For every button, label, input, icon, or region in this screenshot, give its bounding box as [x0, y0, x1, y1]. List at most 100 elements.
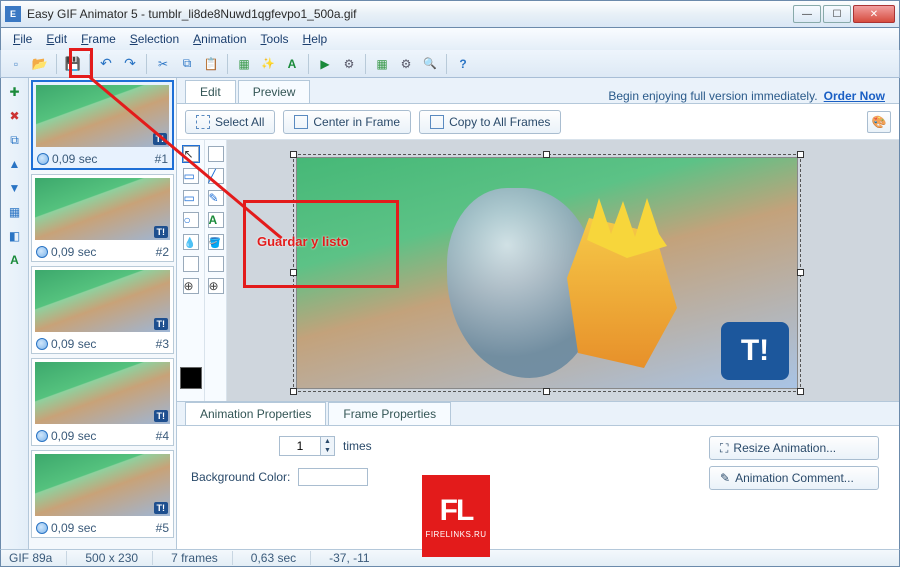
- zoom-in-tool[interactable]: [183, 278, 199, 294]
- frame-thumb-3[interactable]: 0,09 sec#3: [31, 266, 174, 354]
- color-swatch[interactable]: [180, 367, 202, 389]
- animation-comment-button[interactable]: ✎Animation Comment...: [709, 466, 879, 490]
- redo-button[interactable]: [119, 53, 141, 75]
- edit-actions: Select All Center in Frame Copy to All F…: [177, 104, 899, 140]
- select-all-button[interactable]: Select All: [185, 110, 275, 134]
- maximize-button[interactable]: ☐: [823, 5, 851, 23]
- left-toolbox: ✚ ✖ ⧉ ▲ ▼ ▦ ◧: [1, 78, 29, 549]
- times-spinner[interactable]: ▲▼: [279, 436, 335, 456]
- add-frame-icon[interactable]: ✚: [5, 82, 25, 102]
- minimize-button[interactable]: —: [793, 5, 821, 23]
- resize-animation-button[interactable]: ⛶Resize Animation...: [709, 436, 879, 460]
- order-now-link[interactable]: Order Now: [824, 89, 885, 103]
- frame-duration: 0,09 sec: [36, 337, 96, 351]
- promo-text: Begin enjoying full version immediately.…: [608, 89, 885, 103]
- thumbnail-image: [35, 178, 170, 240]
- times-label: times: [343, 439, 372, 453]
- undo-button[interactable]: [95, 53, 117, 75]
- rect-tool[interactable]: [183, 168, 199, 184]
- resize-icon: ⛶: [720, 441, 728, 456]
- frame-text-icon[interactable]: [5, 250, 25, 270]
- draw-tools-col1: [177, 140, 205, 401]
- canvas[interactable]: T! Guardar y listo: [227, 140, 899, 401]
- tab-preview[interactable]: Preview: [238, 80, 311, 103]
- duplicate-frame-icon[interactable]: ⧉: [5, 130, 25, 150]
- open-button[interactable]: [29, 53, 51, 75]
- frame-effect-icon[interactable]: ◧: [5, 226, 25, 246]
- filled-rect-tool[interactable]: [183, 190, 199, 206]
- annotation-text: Guardar y listo: [257, 234, 349, 249]
- menu-selection[interactable]: Selection: [124, 30, 185, 48]
- help-button[interactable]: [452, 53, 474, 75]
- frame-thumb-1[interactable]: 0,09 sec #1: [31, 80, 174, 170]
- pencil-tool[interactable]: [208, 190, 224, 206]
- menu-help[interactable]: Help: [297, 30, 334, 48]
- insert-image-button[interactable]: [233, 53, 255, 75]
- watermark-logo: FL: [440, 494, 473, 528]
- palette-button[interactable]: 🎨: [867, 111, 891, 133]
- settings-button[interactable]: [338, 53, 360, 75]
- menu-edit[interactable]: Edit: [40, 30, 73, 48]
- thumbnail-image: [35, 362, 170, 424]
- export-button[interactable]: [371, 53, 393, 75]
- menu-tools[interactable]: Tools: [255, 30, 295, 48]
- thumbnail-image: [35, 270, 170, 332]
- eyedropper-tool[interactable]: [183, 234, 199, 250]
- spray-tool[interactable]: [208, 256, 224, 272]
- paste-button[interactable]: [200, 53, 222, 75]
- status-gif-version: GIF 89a: [9, 551, 67, 565]
- tab-frame-props[interactable]: Frame Properties: [328, 402, 451, 425]
- frame-duration: 0,09 sec: [36, 429, 96, 443]
- status-dimensions: 500 x 230: [85, 551, 153, 565]
- frame-duration: 0,09 sec: [36, 521, 96, 535]
- bg-color-picker[interactable]: [298, 468, 368, 486]
- status-duration: 0,63 sec: [251, 551, 311, 565]
- comment-icon: ✎: [720, 471, 730, 485]
- text-button[interactable]: [281, 53, 303, 75]
- center-in-frame-button[interactable]: Center in Frame: [283, 110, 411, 134]
- close-button[interactable]: ✕: [853, 5, 895, 23]
- effects-button[interactable]: [257, 53, 279, 75]
- frame-props-icon[interactable]: ▦: [5, 202, 25, 222]
- eraser-tool[interactable]: [183, 256, 199, 272]
- spin-up-icon[interactable]: ▲: [321, 437, 334, 446]
- copy-button[interactable]: [176, 53, 198, 75]
- cut-button[interactable]: [152, 53, 174, 75]
- frame-thumb-4[interactable]: 0,09 sec #4: [31, 358, 174, 446]
- tab-anim-props[interactable]: Animation Properties: [185, 402, 326, 425]
- new-button[interactable]: [5, 53, 27, 75]
- editor-tabs: Edit Preview Begin enjoying full version…: [177, 78, 899, 104]
- marquee-tool[interactable]: [208, 146, 224, 162]
- menu-file[interactable]: File: [7, 30, 38, 48]
- frame-duration: 0,09 sec: [37, 152, 97, 166]
- menu-frame[interactable]: Frame: [75, 30, 122, 48]
- delete-frame-icon[interactable]: ✖: [5, 106, 25, 126]
- status-coords: -37, -11: [329, 551, 369, 565]
- frame-thumb-2[interactable]: 0,09 sec#2: [31, 174, 174, 262]
- properties-panel: Animation Properties Frame Properties ▲▼…: [177, 401, 899, 549]
- thumbnail-image: [35, 454, 170, 516]
- frame-thumb-5[interactable]: 0,09 sec #5: [31, 450, 174, 538]
- ellipse-tool[interactable]: [183, 212, 199, 228]
- copy-to-all-button[interactable]: Copy to All Frames: [419, 110, 561, 134]
- tab-edit[interactable]: Edit: [185, 80, 236, 103]
- status-frame-count: 7 frames: [171, 551, 233, 565]
- frames-panel[interactable]: 0,09 sec #1 0,09 sec#2 0,09 sec#3 0,09 se…: [29, 78, 177, 549]
- zoom-out-tool[interactable]: [208, 278, 224, 294]
- frame-down-icon[interactable]: ▼: [5, 178, 25, 198]
- copy-all-icon: [430, 115, 444, 129]
- fill-tool[interactable]: [208, 234, 224, 250]
- menu-animation[interactable]: Animation: [187, 30, 252, 48]
- frame-number: #5: [156, 521, 169, 535]
- text-tool[interactable]: [208, 212, 224, 228]
- zoom-toolbar-button[interactable]: [419, 53, 441, 75]
- frame-number: #4: [156, 429, 169, 443]
- save-button[interactable]: [62, 53, 84, 75]
- options-button[interactable]: [395, 53, 417, 75]
- selection-handles[interactable]: [293, 154, 801, 392]
- spin-down-icon[interactable]: ▼: [321, 446, 334, 455]
- frame-number: #1: [155, 152, 168, 166]
- times-input[interactable]: [280, 437, 320, 455]
- play-button[interactable]: [314, 53, 336, 75]
- frame-up-icon[interactable]: ▲: [5, 154, 25, 174]
